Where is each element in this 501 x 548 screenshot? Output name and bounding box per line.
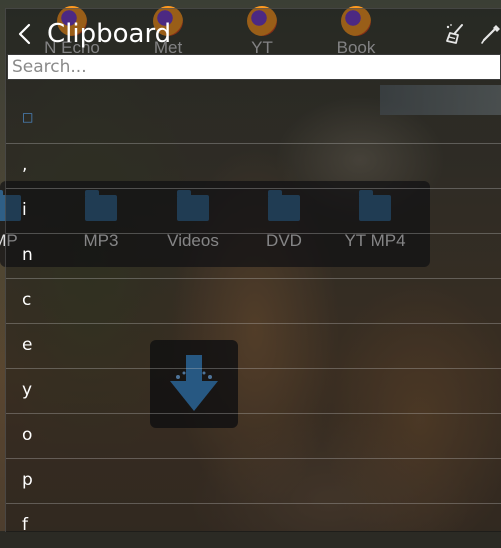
clipboard-header: Clipboard xyxy=(6,9,501,59)
list-item[interactable]: c xyxy=(6,278,501,323)
clipboard-item-text: y xyxy=(22,380,33,400)
list-item[interactable]: e xyxy=(6,323,501,368)
list-item[interactable]: o xyxy=(6,413,501,458)
list-item[interactable]: i xyxy=(6,188,501,233)
back-arrow-icon[interactable] xyxy=(15,22,35,46)
clipboard-item-text: □ xyxy=(22,110,34,124)
list-item[interactable]: f xyxy=(6,503,501,548)
clipboard-history-list: □ , i n c e y o p f xyxy=(6,98,501,548)
clear-broom-icon[interactable] xyxy=(443,22,467,46)
page-title: Clipboard xyxy=(47,19,172,49)
clipboard-item-text: f xyxy=(22,515,28,535)
clipboard-popup: Clipboard □ , i n c e y o p f xyxy=(5,8,501,535)
list-item[interactable]: p xyxy=(6,458,501,503)
clipboard-item-text: p xyxy=(22,470,33,490)
list-item[interactable]: □ xyxy=(6,98,501,143)
list-item[interactable]: n xyxy=(6,233,501,278)
clipboard-item-text: o xyxy=(22,425,33,445)
clipboard-item-text: , xyxy=(22,155,28,175)
list-item[interactable]: y xyxy=(6,368,501,413)
color-picker-icon[interactable] xyxy=(479,22,501,46)
clipboard-item-text: n xyxy=(22,245,33,265)
list-item[interactable]: , xyxy=(6,143,501,188)
search-input[interactable] xyxy=(7,54,501,80)
clipboard-item-text: e xyxy=(22,335,33,355)
clipboard-item-text: c xyxy=(22,290,32,310)
clipboard-item-text: i xyxy=(22,200,27,220)
